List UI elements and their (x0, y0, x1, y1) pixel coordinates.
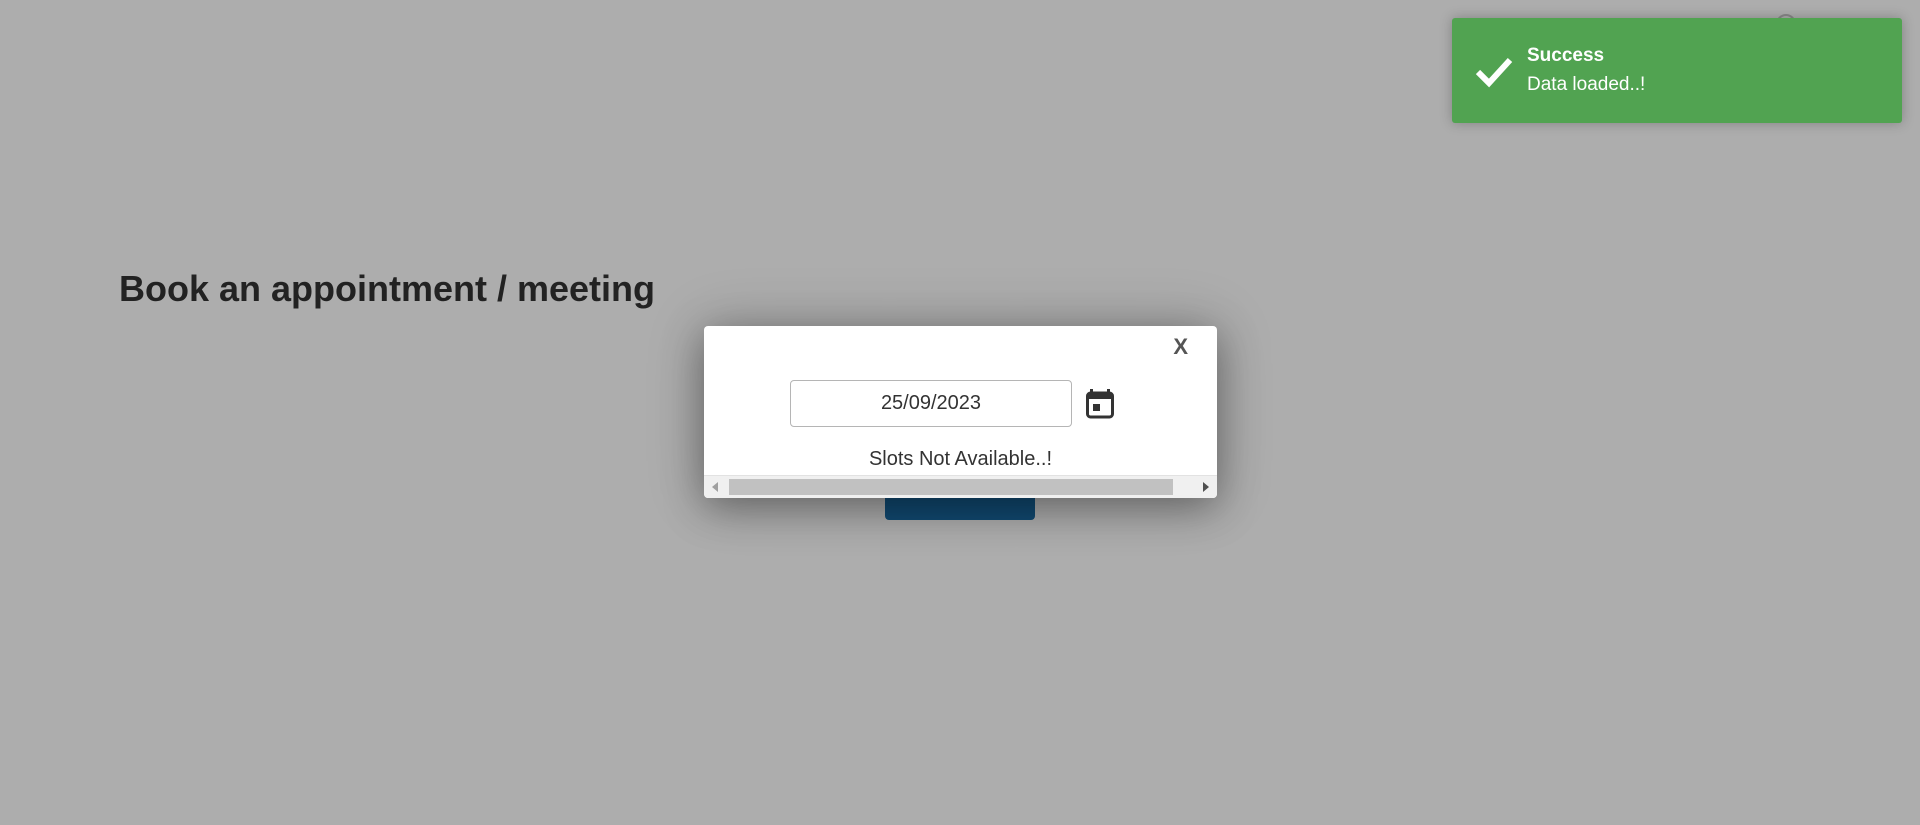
checkmark-icon (1475, 57, 1513, 88)
success-toast[interactable]: Success Data loaded..! (1452, 18, 1902, 123)
slots-message: Slots Not Available..! (868, 448, 1053, 470)
toast-message: Data loaded..! (1527, 74, 1646, 95)
date-row (790, 380, 1114, 427)
date-input[interactable] (790, 380, 1072, 427)
toast-title: Success (1527, 45, 1605, 66)
date-picker-modal: X Slots Not Available..! (704, 326, 1217, 498)
scroll-thumb[interactable] (729, 479, 1173, 495)
scroll-right-arrow-icon[interactable] (1203, 482, 1209, 492)
calendar-icon[interactable] (1086, 388, 1114, 419)
horizontal-scrollbar[interactable] (704, 475, 1217, 498)
scroll-left-arrow-icon[interactable] (712, 482, 718, 492)
close-button[interactable]: X (1173, 336, 1188, 358)
